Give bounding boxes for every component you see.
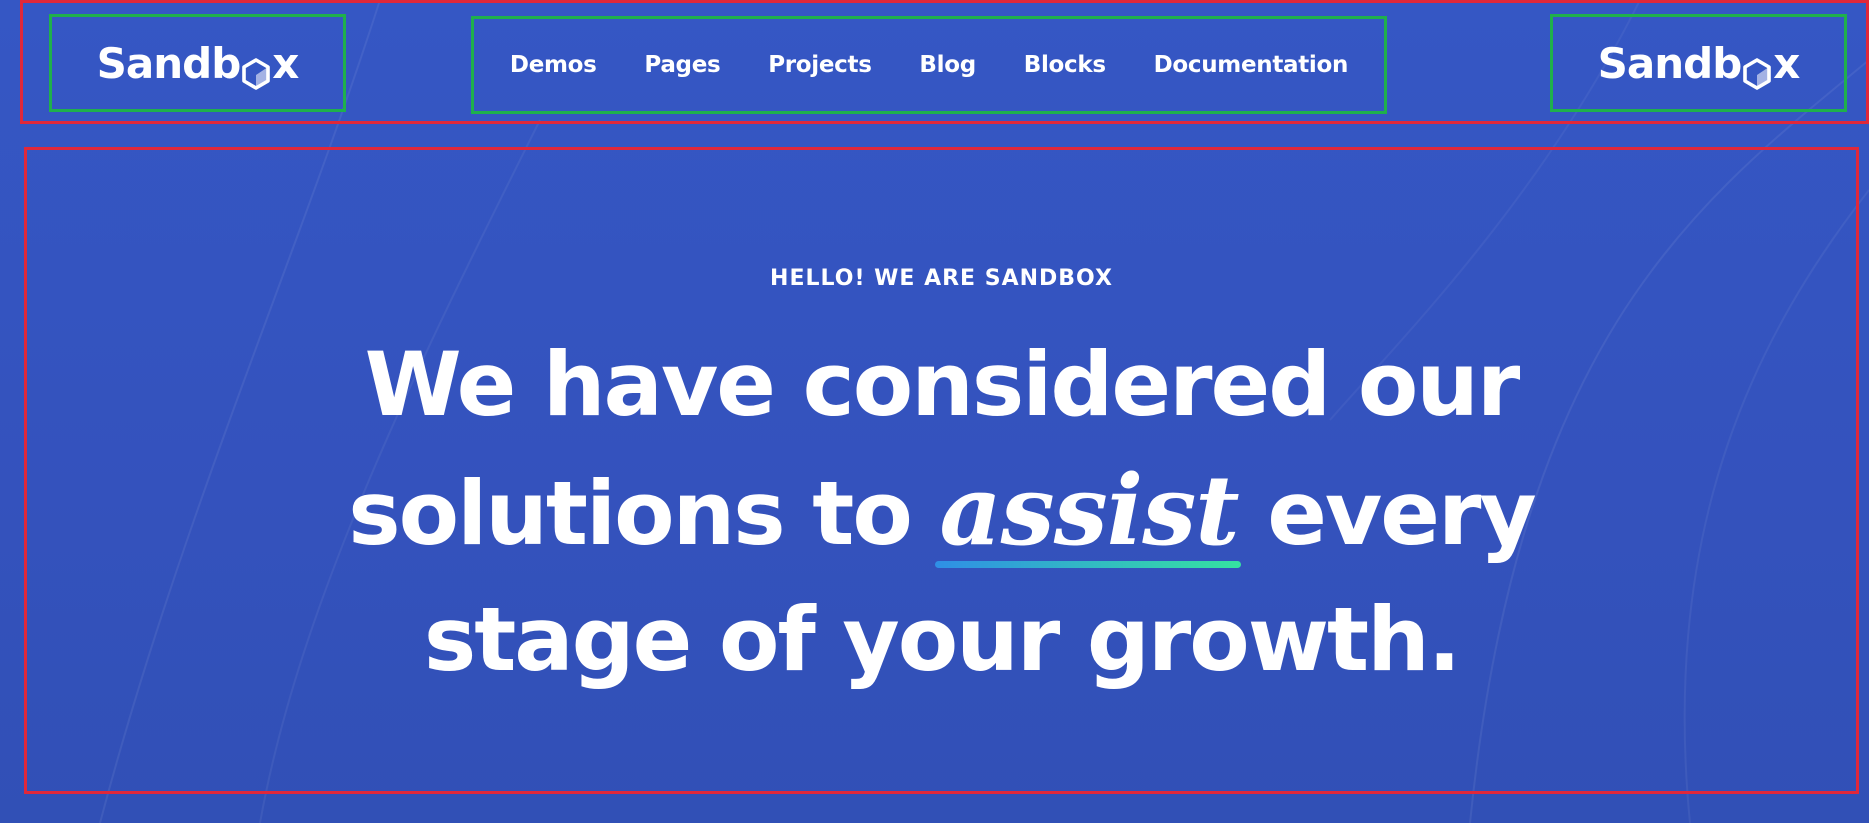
nav-item-pages[interactable]: Pages xyxy=(644,52,720,78)
hero-section: HELLO! WE ARE SANDBOX We have considered… xyxy=(24,147,1859,794)
headline-line-2-end: every xyxy=(1238,462,1537,565)
hexagon-o-icon xyxy=(1742,51,1772,90)
logo-link-left[interactable]: Sandb x xyxy=(49,14,346,112)
headline-line-2-start: solutions to xyxy=(348,462,940,565)
hero-eyebrow: HELLO! WE ARE SANDBOX xyxy=(770,266,1113,291)
sandbox-logo: Sandb x xyxy=(1597,38,1800,90)
sandbox-logo: Sandb x xyxy=(96,38,299,90)
logo-text-prefix: Sandb xyxy=(96,38,242,88)
nav-item-blog[interactable]: Blog xyxy=(919,52,976,78)
logo-link-right[interactable]: Sandb x xyxy=(1550,14,1847,112)
logo-text-suffix: x xyxy=(272,38,299,88)
headline-emphasis-text: assist xyxy=(939,454,1239,567)
logo-text-suffix: x xyxy=(1773,38,1800,88)
emphasis-underline xyxy=(935,561,1241,568)
nav-item-demos[interactable]: Demos xyxy=(510,52,597,78)
headline-line-2: solutions to assist every xyxy=(27,448,1856,577)
nav-item-blocks[interactable]: Blocks xyxy=(1024,52,1106,78)
headline-emphasis-word: assist xyxy=(935,448,1241,574)
nav-item-documentation[interactable]: Documentation xyxy=(1154,52,1349,78)
nav-item-projects[interactable]: Projects xyxy=(768,52,872,78)
hero-headline: We have considered our solutions to assi… xyxy=(27,322,1856,703)
headline-line-3: stage of your growth. xyxy=(423,588,1461,691)
headline-line-1: We have considered our xyxy=(364,333,1521,436)
logo-text-prefix: Sandb xyxy=(1597,38,1743,88)
main-nav: Demos Pages Projects Blog Blocks Documen… xyxy=(471,16,1387,114)
hexagon-o-icon xyxy=(241,51,271,90)
